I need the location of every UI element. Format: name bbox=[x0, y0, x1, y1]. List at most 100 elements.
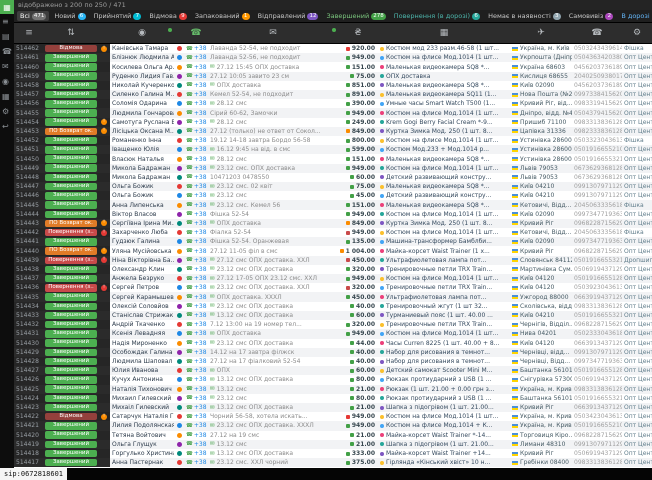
destination-cell[interactable]: Україна, м. Київ bbox=[510, 44, 572, 53]
table-row[interactable]: 514461 Завершений Блізнюк Людмила А.. ☎+… bbox=[14, 53, 652, 62]
destination-cell[interactable]: Баштанка 56101 bbox=[510, 394, 572, 403]
customer-name[interactable]: Михаил Гилевский bbox=[110, 394, 174, 403]
phone-reveal-button[interactable]: ☎+38 bbox=[184, 440, 208, 449]
phone-reveal-button[interactable]: ☎+38 bbox=[184, 302, 208, 311]
table-row[interactable]: 514459 Завершений Руденко Лидия Гав.. ☎+… bbox=[14, 72, 652, 81]
comment-cell[interactable]: 27.12 11-05 філ в смс bbox=[208, 246, 338, 255]
app-logo[interactable]: ▦ bbox=[0, 0, 14, 14]
comment-cell[interactable]: ✉23.12 смс. ОПХ доставка bbox=[208, 164, 338, 173]
product-cell[interactable]: Костюм Мод.233 + Мод.1014 р... bbox=[378, 145, 510, 154]
phone-reveal-button[interactable]: ☎+38 bbox=[184, 81, 208, 90]
destination-cell[interactable]: Львів 79053 bbox=[510, 173, 572, 182]
phone-reveal-button[interactable]: ☎+38 bbox=[184, 366, 208, 375]
customer-name[interactable]: Станіслав Стрижак bbox=[110, 311, 174, 320]
status-tab[interactable]: Відмова 9 bbox=[146, 11, 189, 21]
product-cell[interactable]: Костюм на флисе Мод.1014 (1 шт... bbox=[378, 274, 510, 283]
status-cell[interactable]: Завершений bbox=[44, 99, 98, 108]
status-tab[interactable]: Всі 471 bbox=[17, 11, 49, 21]
destination-cell[interactable]: Київ 04120 bbox=[510, 283, 572, 292]
customer-name[interactable]: Гудзюк Галина bbox=[110, 237, 174, 246]
product-cell[interactable]: Шапка з підогрівом (1 шт. 21.00... bbox=[378, 403, 510, 412]
status-cell[interactable]: Завершений bbox=[44, 431, 98, 440]
destination-cell[interactable]: Чернівці, Відд... bbox=[510, 357, 572, 366]
customer-name[interactable]: Микола Бадражан bbox=[110, 164, 174, 173]
phone-reveal-button[interactable]: ☎+38 bbox=[184, 164, 208, 173]
table-row[interactable]: 514455 Завершений Людмила Гончарова ☎+38… bbox=[14, 108, 652, 117]
phone-reveal-button[interactable]: ☎+38 bbox=[184, 431, 208, 440]
phone-reveal-button[interactable]: ☎+38 bbox=[184, 375, 208, 384]
status-cell[interactable]: Завершений bbox=[44, 394, 98, 403]
destination-cell[interactable]: Україна, м. Крив... bbox=[510, 412, 572, 421]
customer-name[interactable]: Лісіцька Оксана М.. bbox=[110, 127, 174, 136]
product-cell[interactable]: Рюкзак протиударний з USB (1 ... bbox=[378, 394, 510, 403]
table-row[interactable]: 514458 Завершений Николай Кучеренко ☎+38… bbox=[14, 81, 652, 90]
destination-cell[interactable]: Чернігів, Відділ... bbox=[510, 320, 572, 329]
status-cell[interactable]: Завершений bbox=[44, 81, 98, 90]
calls-icon[interactable]: ☎ bbox=[2, 44, 12, 59]
status-cell[interactable]: Завершений bbox=[44, 237, 98, 246]
customer-name[interactable]: Сатарчук Наталія Г.. bbox=[110, 412, 174, 421]
destination-cell[interactable]: Словянськ 84112 bbox=[510, 256, 572, 265]
table-row[interactable]: 514439 Повернення (з.. ! Ніна Вікторівна… bbox=[14, 256, 652, 265]
customer-name[interactable]: Олексій Соловйов bbox=[110, 302, 174, 311]
customer-name[interactable]: Силенко Галина М.. bbox=[110, 90, 174, 99]
product-cell[interactable]: Ультрафиолетовая лампа пот... bbox=[378, 292, 510, 301]
product-cell[interactable]: Костюм на флисе Мод.1014 + К... bbox=[378, 421, 510, 430]
status-tab[interactable]: Запакований 1 bbox=[192, 11, 253, 21]
status-tab[interactable]: Немає в наявності 3 bbox=[485, 11, 564, 21]
sip-address[interactable]: sip:0672818601 bbox=[0, 468, 67, 480]
messages-icon[interactable]: ✉ bbox=[208, 28, 338, 38]
status-cell[interactable]: Завершений bbox=[44, 292, 98, 301]
status-cell[interactable]: Завершений bbox=[44, 302, 98, 311]
destination-cell[interactable]: Київ 02090 bbox=[510, 210, 572, 219]
destination-cell[interactable]: Нова Пошта (№2... bbox=[510, 90, 572, 99]
product-cell[interactable]: Костюм на флисе Мод.1014 (1 шт... bbox=[378, 164, 510, 173]
product-cell[interactable]: Маленькая видеокамера SQ8 *... bbox=[378, 200, 510, 209]
product-cell[interactable]: Костюм на флисе Мод.1014 (1 шт... bbox=[378, 108, 510, 117]
menu-icon[interactable]: ≡ bbox=[2, 14, 12, 29]
phone-reveal-button[interactable]: ☎+38 bbox=[184, 421, 208, 430]
destination-cell[interactable]: Кривий Ріг bbox=[510, 449, 572, 458]
phone-reveal-button[interactable]: ☎+38 bbox=[184, 256, 208, 265]
table-row[interactable]: 514436 Повернення (з.. ! Сергей Петров ☎… bbox=[14, 283, 652, 292]
table-row[interactable]: 514420 Завершений Тетяна Войтович ☎+38 2… bbox=[14, 431, 652, 440]
comment-cell[interactable]: 27.12 10:05 завито 23 см bbox=[208, 72, 338, 81]
destination-cell[interactable]: Кетовичі, Відд... bbox=[510, 200, 572, 209]
comment-cell[interactable]: ✉13.12 смс bbox=[208, 385, 338, 394]
customer-name[interactable]: Ольга Божик bbox=[110, 191, 174, 200]
contacts-icon[interactable]: ◉ bbox=[110, 28, 174, 38]
comment-cell[interactable]: ✉13.12 смс ОПХ доставка bbox=[208, 311, 338, 320]
destination-cell[interactable]: Київ 04210 bbox=[510, 191, 572, 200]
table-row[interactable]: 514435 Завершений Сергей Карамышев ☎+38 … bbox=[14, 292, 652, 301]
product-cell[interactable]: Маленькая видеокамера SQ8 *... bbox=[378, 154, 510, 163]
destination-cell[interactable]: Київ 04210 bbox=[510, 311, 572, 320]
status-cell[interactable]: Завершений bbox=[44, 191, 98, 200]
product-cell[interactable]: Костюм на флисе Мод.1014 (1 шт... bbox=[378, 136, 510, 145]
phone-reveal-button[interactable]: ☎+38 bbox=[184, 228, 208, 237]
comment-cell[interactable]: Сірий 60-62, Замочки bbox=[208, 108, 338, 117]
product-cell[interactable]: Маленькая видеокамера SQ8 *... bbox=[378, 182, 510, 191]
phone-icon[interactable]: ☎ bbox=[184, 28, 208, 38]
phone-reveal-button[interactable]: ☎+38 bbox=[184, 339, 208, 348]
status-cell[interactable]: Відмова bbox=[44, 412, 98, 421]
table-row[interactable]: 514456 Завершений Соломія Одарина ☎+38 ✉… bbox=[14, 99, 652, 108]
comment-cell[interactable]: 7.12 13:00 на 19 номер тел... bbox=[208, 320, 338, 329]
status-cell[interactable]: Завершений bbox=[44, 274, 98, 283]
comment-cell[interactable]: ✉23.12 смс bbox=[208, 394, 338, 403]
product-cell[interactable]: Машина-трансформер Бамблби... bbox=[378, 237, 510, 246]
destination-cell[interactable]: Кетовичі, Відд... bbox=[510, 228, 572, 237]
status-cell[interactable]: Завершений bbox=[44, 403, 98, 412]
destination-cell[interactable]: Кислиця 68655 bbox=[510, 72, 572, 81]
phone-reveal-button[interactable]: ☎+38 bbox=[184, 449, 208, 458]
status-cell[interactable]: Завершений bbox=[44, 449, 98, 458]
destination-cell[interactable]: Київ 02090 bbox=[510, 81, 572, 90]
customer-name[interactable]: Іващенко Юлія bbox=[110, 145, 174, 154]
customer-name[interactable]: Анжела Безруко bbox=[110, 274, 174, 283]
status-tab[interactable]: Відправлений 12 bbox=[255, 11, 322, 21]
customer-name[interactable]: Захарченко Люба bbox=[110, 228, 174, 237]
comment-cell[interactable]: ✉13.12 смс ОПХ доставка bbox=[208, 375, 338, 384]
table-row[interactable]: 514431 Завершений Ксенія Левадняя ☎+38 ✉… bbox=[14, 329, 652, 338]
comment-cell[interactable]: ✉23.12 смс. Кемел 56 bbox=[208, 200, 338, 209]
status-tab[interactable]: Новий 6 bbox=[51, 11, 88, 21]
product-cell[interactable]: Тренировочные петли TRX Train... bbox=[378, 283, 510, 292]
